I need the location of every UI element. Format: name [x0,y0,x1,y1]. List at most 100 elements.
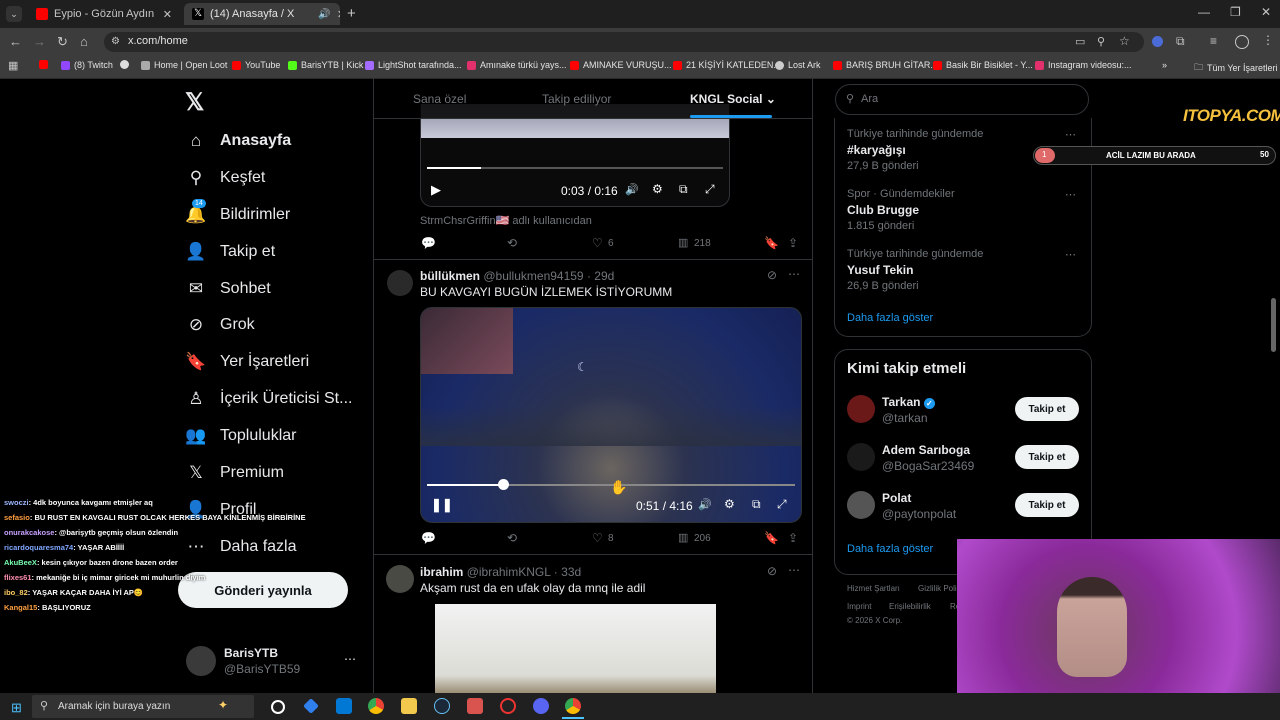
extension-icon[interactable] [1152,36,1163,47]
retweet-icon[interactable]: ⟲ [507,531,517,545]
back-icon[interactable]: ← [9,34,22,49]
bookmark-item[interactable]: (8) Twitch [61,60,113,70]
sidebar-item-bookmarks[interactable]: 🔖 Yer İşaretleri [185,352,309,372]
sidebar-item-notifications[interactable]: 🔔 14 Bildirimler [185,199,290,225]
reply-icon[interactable]: 💬 [421,531,436,545]
bookmark-item[interactable]: Home | Open Loot [141,60,227,70]
browser-tab-1[interactable]: Eypio - Gözün Aydın Günaydın! ✕ [28,3,180,25]
reply-icon[interactable]: 💬 [421,236,436,250]
views-icon[interactable]: ▥ [678,531,688,544]
tab-for-you[interactable]: Sana özel [413,92,466,106]
pause-icon[interactable]: ❚❚ [431,497,453,513]
avatar[interactable] [387,270,413,296]
restore-icon[interactable]: ❐ [1230,5,1241,19]
like-icon[interactable]: ♡ [592,236,603,250]
grok-icon[interactable]: ⊘ [767,564,777,578]
media-icon[interactable]: ≡ [1210,34,1217,48]
volume-icon[interactable]: 🔊 [625,183,639,196]
author-name[interactable]: ibrahim [420,565,463,579]
tweet-media[interactable] [435,604,716,693]
chrome-icon[interactable] [368,698,384,714]
cast-icon[interactable]: ▭ [1075,35,1085,48]
minimize-icon[interactable]: — [1198,5,1210,19]
sidebar-item-explore[interactable]: ⚲ Keşfet [186,168,266,188]
follow-name[interactable]: Tarkan ✓ [882,395,935,409]
show-more-link[interactable]: Daha fazla göster [847,543,933,555]
show-more-link[interactable]: Daha fazla göster [847,312,933,324]
sidebar-item-grok[interactable]: ⊘ Grok [186,315,255,335]
video-player[interactable]: ▶ 0:03 / 0:16 🔊 ⚙ ⧉ ⤢ [420,104,730,207]
footer-link[interactable]: Erişilebilirlik [889,602,931,611]
apps-icon[interactable]: ▦ [8,59,18,72]
search-input[interactable]: ⚲ Ara [835,84,1089,115]
puzzle-icon[interactable]: ⧉ [1176,34,1185,49]
follow-button[interactable]: Takip et [1015,445,1079,469]
share-icon[interactable]: ⇪ [788,236,798,250]
zoom-icon[interactable]: ⚲ [1097,35,1105,48]
settings-icon[interactable]: ⚙ [652,182,663,196]
footer-link[interactable]: Hizmet Şartları [847,584,900,593]
forward-icon[interactable]: → [33,34,46,49]
progress-thumb[interactable] [498,479,509,490]
page-scrollbar[interactable] [1271,298,1276,352]
avatar[interactable] [386,565,414,593]
tab-following[interactable]: Takip ediliyor [542,92,611,106]
discord-icon[interactable] [533,698,549,714]
sidebar-item-creator-studio[interactable]: ♙ İçerik Üreticisi St... [186,389,352,409]
home-browser-icon[interactable]: ⌂ [80,34,88,49]
bookmark-item[interactable] [39,60,48,69]
bookmark-item[interactable] [120,60,129,69]
menu-icon[interactable]: ⋮ [1262,33,1274,47]
footer-link[interactable]: Imprint [847,602,871,611]
sidebar-item-chat[interactable]: ✉ Sohbet [186,279,271,299]
author-handle[interactable]: @ibrahimKNGL [467,565,551,579]
store-icon[interactable] [336,698,352,714]
more-options-icon[interactable]: ⋯ [1065,248,1076,261]
trend-item[interactable]: Spor · Gündemdekiler Club Brugge 1.815 g… [847,188,1079,232]
cortana-icon[interactable] [271,700,285,714]
retweet-icon[interactable]: ⟲ [507,236,517,250]
fullscreen-icon[interactable]: ⤢ [705,182,715,197]
all-bookmarks-folder[interactable]: 🗀 Tüm Yer İşaretleri [1194,60,1278,76]
close-tab-icon[interactable]: ✕ [337,8,340,21]
browser-tab-2[interactable]: 𝕏 (14) Anasayfa / X 🔊 ✕ [184,3,340,25]
reload-icon[interactable]: ↻ [57,34,68,50]
bookmark-item[interactable]: Lost Ark [775,60,821,70]
trend-item[interactable]: Türkiye tarihinde gündemde Yusuf Tekin 2… [847,248,1079,292]
share-icon[interactable]: ⇪ [788,531,798,545]
bookmark-item[interactable]: AMINAKE VURUŞU... [570,60,672,70]
bookmark-icon[interactable]: 🔖 [764,531,779,545]
video-attribution[interactable]: StrmChsrGriffin🇺🇸 adlı kullanıcıdan [420,214,592,227]
avatar[interactable] [847,491,875,519]
tweet-age[interactable]: 33d [561,565,581,579]
bookmark-icon[interactable]: 🔖 [764,236,779,250]
account-switcher[interactable]: BarisYTB @BarisYTB59 ⋯ [178,640,368,680]
more-options-icon[interactable]: ⋯ [1065,188,1076,201]
more-options-icon[interactable]: ⋯ [788,563,800,577]
bookmark-item[interactable]: BarisYTB | Kick [288,60,363,70]
avatar[interactable] [847,443,875,471]
more-options-icon[interactable]: ⋯ [1065,128,1076,141]
sidebar-item-home[interactable]: ⌂ Anasayfa [186,131,291,151]
site-info-icon[interactable]: ⚙ [111,36,120,47]
pip-icon[interactable]: ⧉ [679,182,688,197]
bookmark-item[interactable]: Amınake türkü yays... [467,60,567,70]
bookmarks-overflow[interactable]: » [1162,60,1167,70]
x-logo-icon[interactable]: 𝕏 [185,88,204,117]
close-window-icon[interactable]: ✕ [1261,5,1271,19]
bookmark-item[interactable]: BARIŞ BRUH GİTAR... [833,60,938,70]
bookmark-item[interactable]: 21 KİŞİYİ KATLEDEN... [673,60,781,70]
bookmark-item[interactable]: Instagram videosu:... [1035,60,1132,70]
follow-name[interactable]: Adem Sarıboga [882,443,970,457]
windows-start-icon[interactable]: ⊞ [11,700,22,716]
new-tab-button[interactable]: + [347,5,356,22]
author-name[interactable]: büllükmen [420,269,480,283]
tab-kngl-social[interactable]: KNGL Social ⌄ [690,92,776,106]
volume-icon[interactable]: 🔊 [698,498,712,511]
footer-link[interactable]: Gizlilik Poli [918,584,957,593]
folder-icon[interactable] [401,698,417,714]
app-icon[interactable] [500,698,516,714]
profile-browser-icon[interactable] [1235,35,1249,49]
like-icon[interactable]: ♡ [592,531,603,545]
taskbar-search[interactable]: ⚲ Aramak için buraya yazın ✦ [32,695,254,718]
